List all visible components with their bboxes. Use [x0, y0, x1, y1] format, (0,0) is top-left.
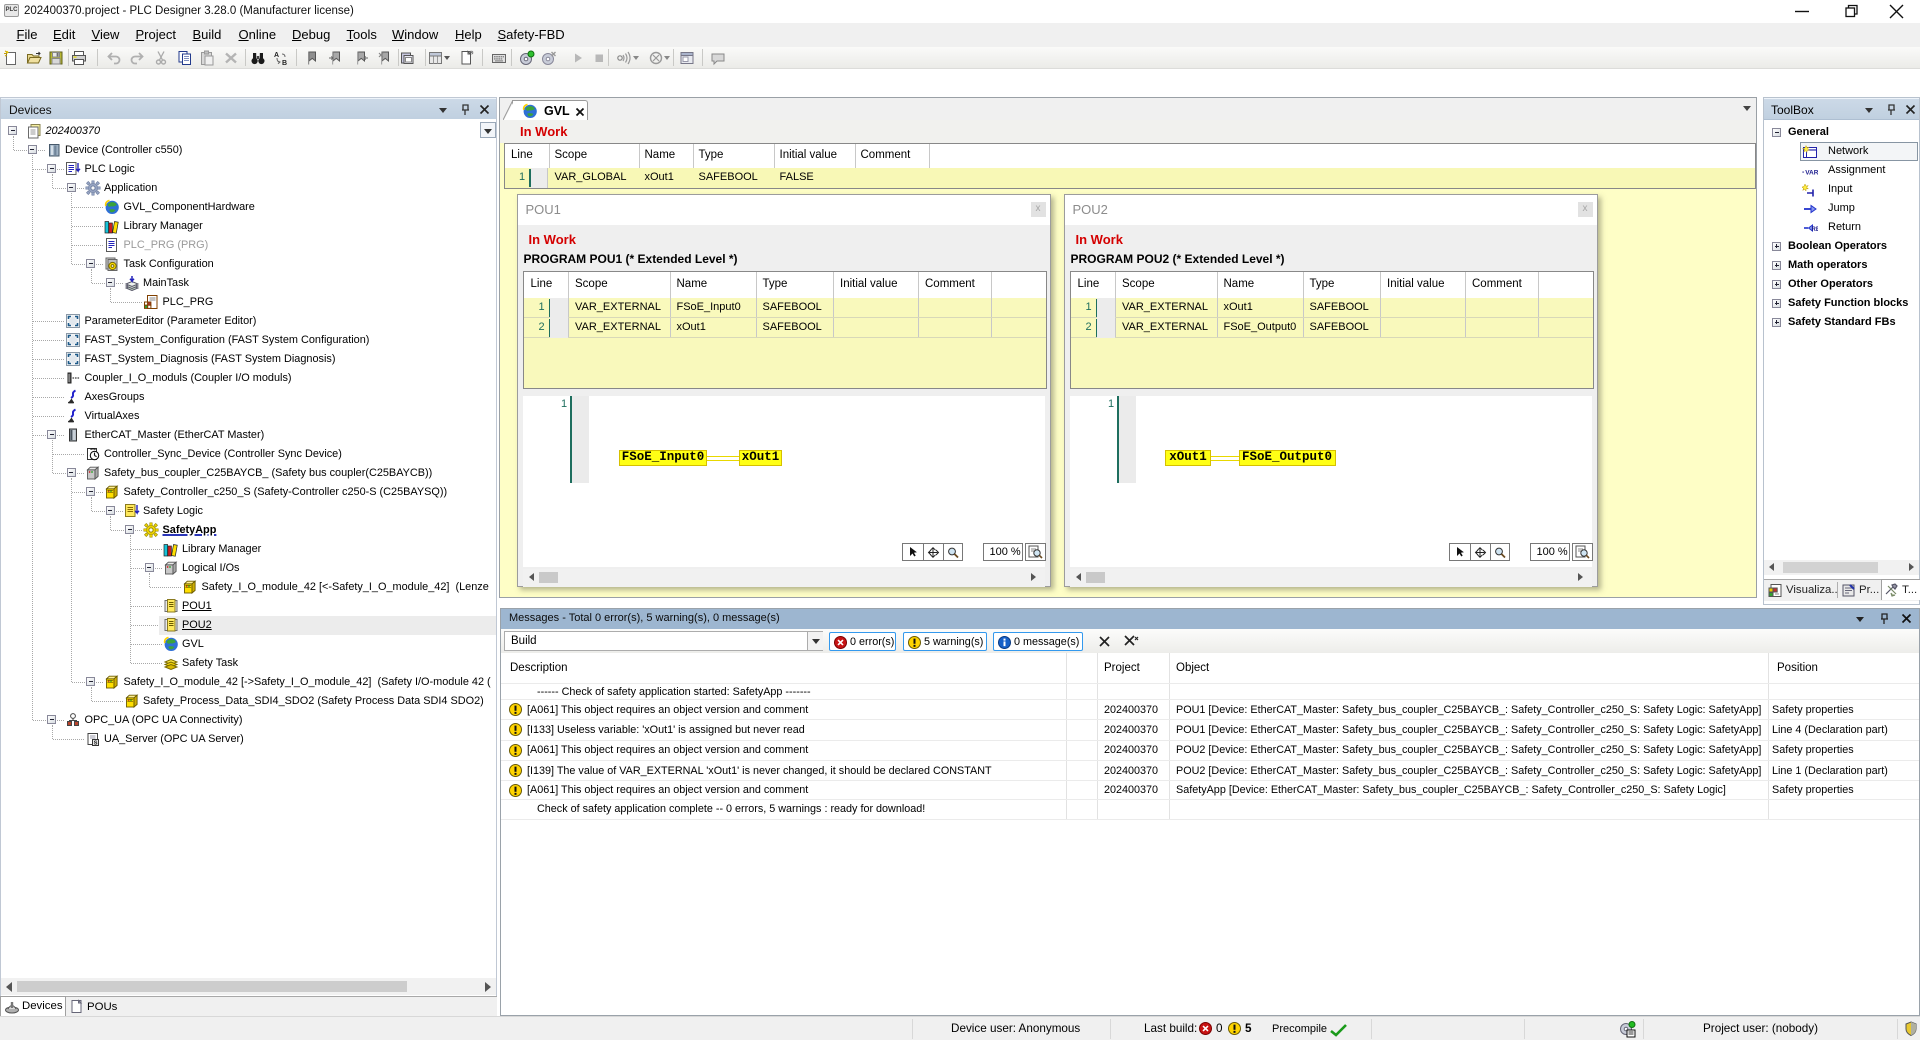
- svg-text:VAR: VAR: [1805, 169, 1818, 176]
- svg-text:B: B: [282, 60, 287, 66]
- svg-text:S: S: [93, 740, 97, 746]
- svg-text:RET: RET: [1812, 226, 1819, 232]
- svg-text:A: A: [274, 52, 279, 59]
